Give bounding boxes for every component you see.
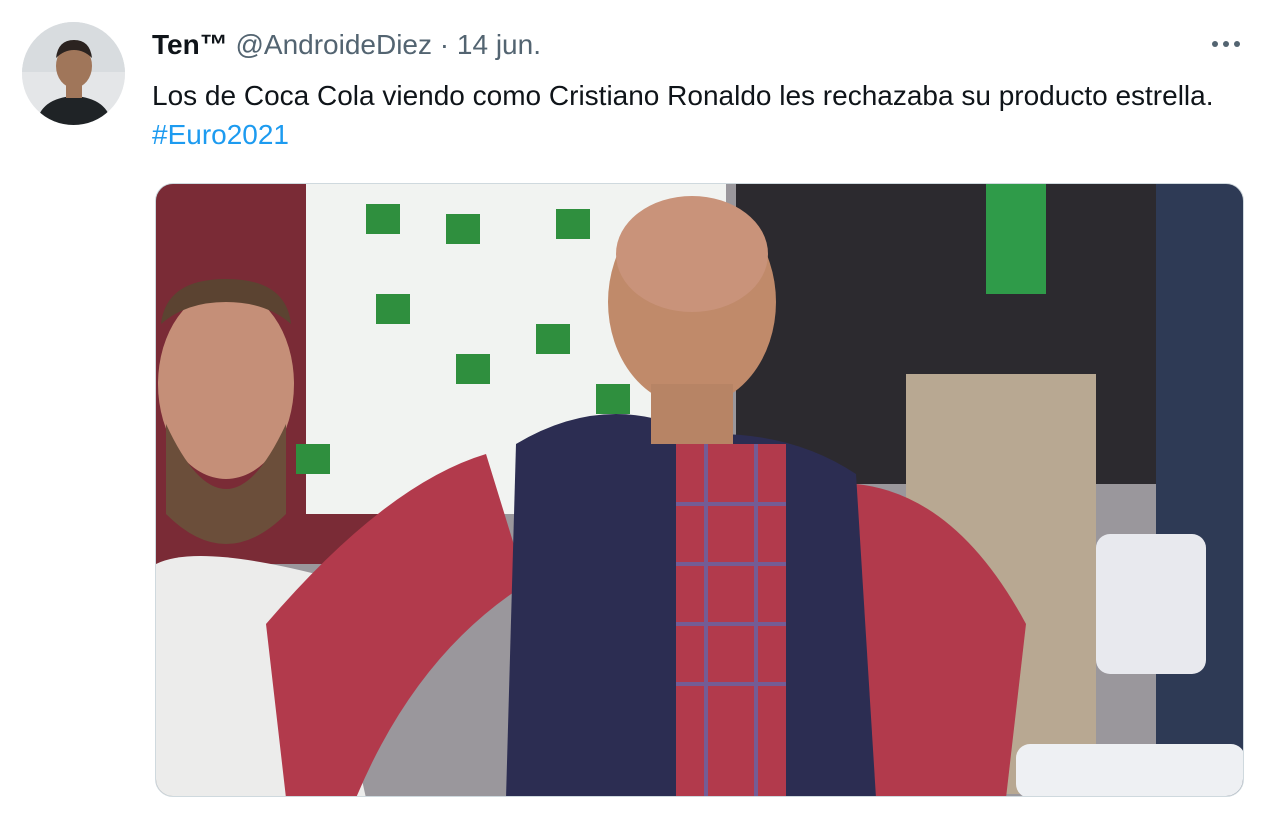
- more-dot: [1234, 41, 1240, 47]
- author-handle[interactable]: @AndroideDiez: [235, 29, 432, 60]
- hashtag-link[interactable]: #Euro2021: [152, 119, 289, 150]
- tweet-text: Los de Coca Cola viendo como Cristiano R…: [152, 76, 1252, 154]
- author-display-name[interactable]: Ten™: [152, 29, 228, 60]
- more-horizontal-icon: [1212, 41, 1218, 47]
- tweet-date[interactable]: 14 jun.: [457, 29, 541, 60]
- more-options-button[interactable]: [1204, 30, 1248, 58]
- tweet-header: Ten™ @AndroideDiez · 14 jun.: [152, 28, 541, 62]
- more-dot: [1223, 41, 1229, 47]
- avatar-image: [22, 22, 125, 125]
- tweet-body: Los de Coca Cola viendo como Cristiano R…: [152, 80, 1214, 111]
- tweet-media-photo[interactable]: [155, 183, 1244, 797]
- header-separator: ·: [439, 29, 450, 60]
- author-avatar[interactable]: [22, 22, 125, 125]
- photo-image: [156, 184, 1243, 796]
